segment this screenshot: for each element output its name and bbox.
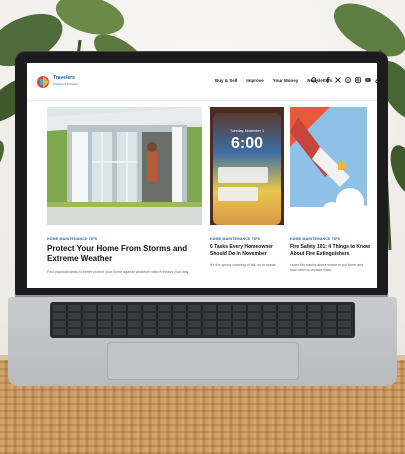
nav-buy-sell[interactable]: Buy & Sell	[215, 78, 237, 83]
article-card-fire-safety[interactable]	[290, 107, 367, 225]
article-tag[interactable]: HOME MAINTENANCE TIPS	[210, 237, 260, 241]
article-tag[interactable]: HOME MAINTENANCE TIPS	[47, 237, 97, 241]
phone-alarm-photo	[210, 107, 284, 225]
article-excerpt: Learn the basics about where to put them…	[290, 263, 364, 272]
article-headline[interactable]: Fire Safety 101: 4 Things to Know About …	[290, 244, 370, 257]
phone-date: Tuesday, November 1	[229, 129, 265, 133]
article-tag[interactable]: HOME MAINTENANCE TIPS	[290, 237, 340, 241]
nav-your-money[interactable]: Your Money	[273, 78, 298, 83]
fire-extinguisher-illustration	[290, 107, 367, 225]
article-excerpt: Find practical ideas to better protect y…	[47, 270, 190, 274]
tiktok-icon[interactable]	[375, 77, 377, 83]
search-icon[interactable]	[311, 77, 318, 84]
social-links	[325, 77, 377, 83]
facebook-icon[interactable]	[325, 77, 331, 83]
phone-clock: 6:00	[230, 135, 264, 152]
article-excerpt: It's the spring cleaning of fall, so to …	[210, 263, 277, 267]
x-icon[interactable]	[335, 77, 341, 83]
article-headline[interactable]: Protect Your Home From Storms and Extrem…	[47, 244, 207, 264]
pinterest-icon[interactable]	[345, 77, 351, 83]
instagram-icon[interactable]	[355, 77, 361, 83]
site-header: Travelers Prepare & Prevent Buy & Sell I…	[27, 63, 377, 101]
article-card-storms[interactable]	[47, 107, 202, 225]
house-porch-photo	[47, 107, 202, 225]
brand-line-2: Prepare & Prevent	[53, 82, 78, 86]
brand-name: Travelers Prepare & Prevent	[53, 75, 78, 87]
laptop-trackpad	[107, 342, 299, 380]
laptop-screen: Travelers Prepare & Prevent Buy & Sell I…	[27, 63, 377, 288]
article-headline[interactable]: 6 Tasks Every Homeowner Should Do in Nov…	[210, 244, 286, 257]
article-card-november[interactable]: Tuesday, November 1 6:00	[210, 107, 284, 225]
youtube-icon[interactable]	[365, 77, 371, 83]
nav-improve[interactable]: Improve	[246, 78, 264, 83]
laptop-keyboard	[50, 302, 355, 338]
